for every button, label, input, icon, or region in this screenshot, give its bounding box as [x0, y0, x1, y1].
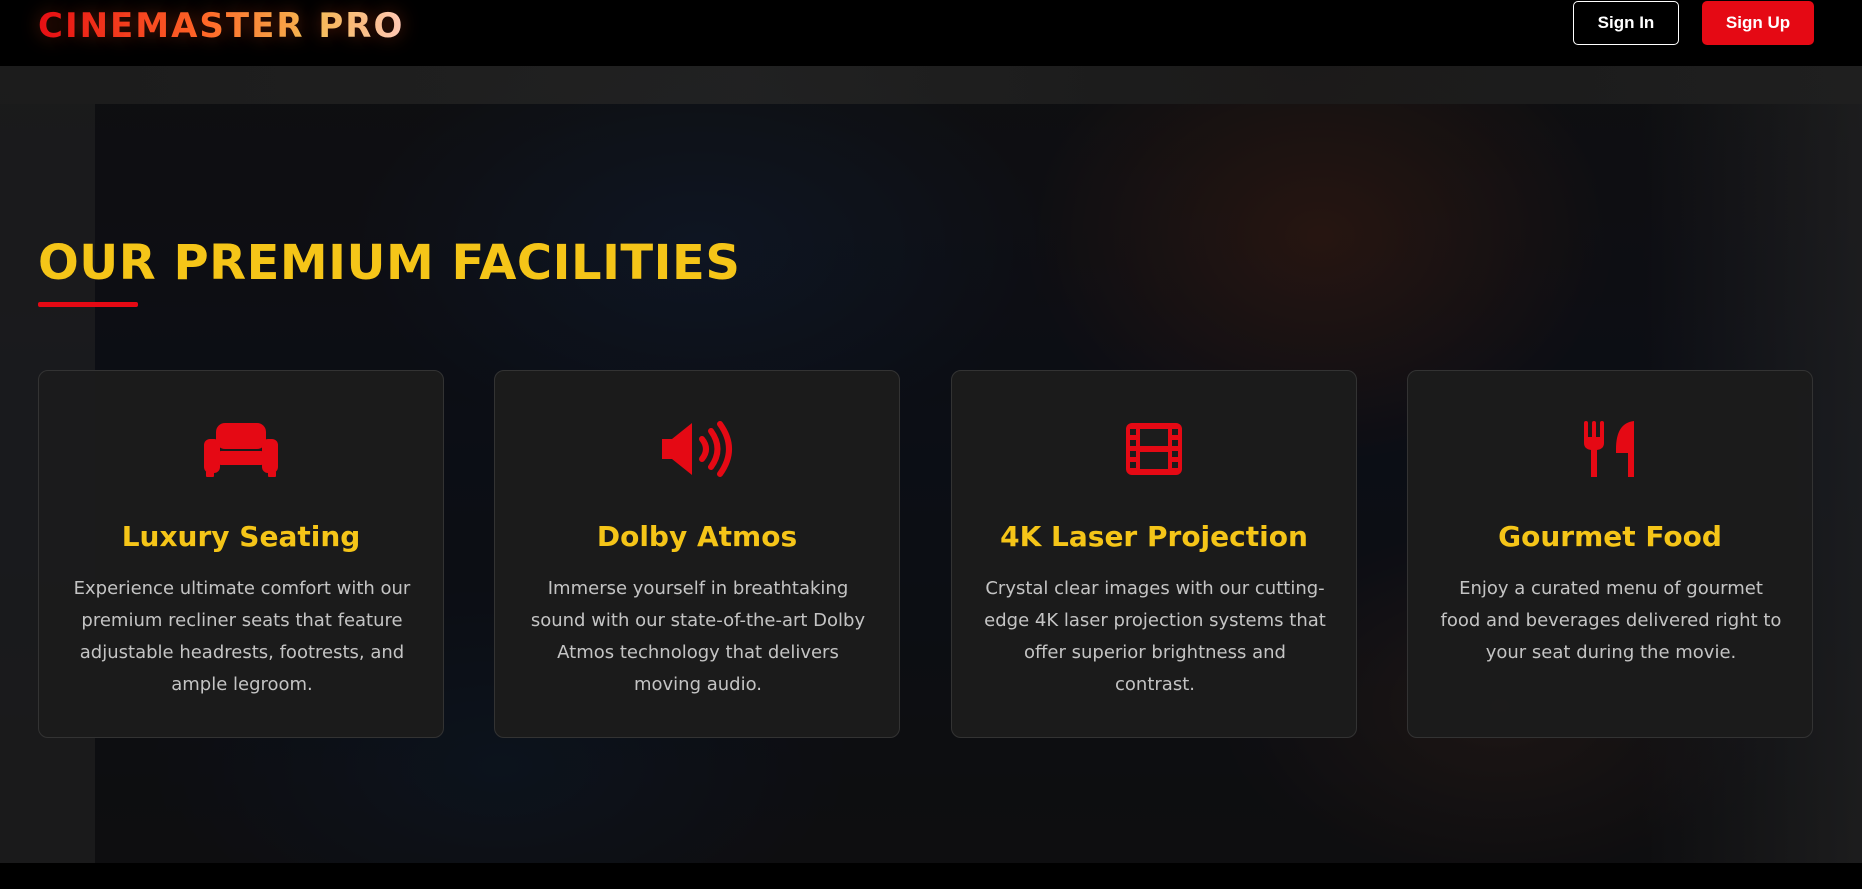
title-underline — [38, 302, 138, 307]
facility-card-4k-laser-projection: 4K Laser Projection Crystal clear images… — [951, 370, 1357, 738]
card-title: Gourmet Food — [1498, 520, 1722, 553]
card-description: Crystal clear images with our cutting-ed… — [984, 578, 1326, 695]
volume-high-icon — [495, 421, 899, 477]
section-title: OUR PREMIUM FACILITIES — [38, 235, 741, 291]
couch-icon — [39, 421, 443, 477]
footer-bar — [0, 863, 1862, 889]
film-icon — [952, 421, 1356, 477]
site-logo[interactable]: CINEMASTER PRO — [38, 4, 404, 48]
facility-card-gourmet-food: Gourmet Food Enjoy a curated menu of gou… — [1407, 370, 1813, 738]
hero-background-strip — [0, 66, 1862, 104]
card-title: Luxury Seating — [121, 520, 361, 553]
card-title: Dolby Atmos — [596, 520, 798, 553]
facility-card-luxury-seating: Luxury Seating Experience ultimate comfo… — [38, 370, 444, 738]
site-header: CINEMASTER PRO Sign In Sign Up — [0, 0, 1862, 66]
sign-in-button[interactable]: Sign In — [1573, 1, 1679, 45]
card-description: Experience ultimate comfort with our pre… — [73, 578, 411, 695]
card-description: Immerse yourself in breathtaking sound w… — [530, 578, 866, 695]
card-title: 4K Laser Projection — [1000, 520, 1308, 553]
card-description: Enjoy a curated menu of gourmet food and… — [1440, 578, 1782, 663]
sign-up-button[interactable]: Sign Up — [1702, 1, 1814, 45]
utensils-icon — [1408, 421, 1812, 477]
facility-card-dolby-atmos: Dolby Atmos Immerse yourself in breathta… — [494, 370, 900, 738]
